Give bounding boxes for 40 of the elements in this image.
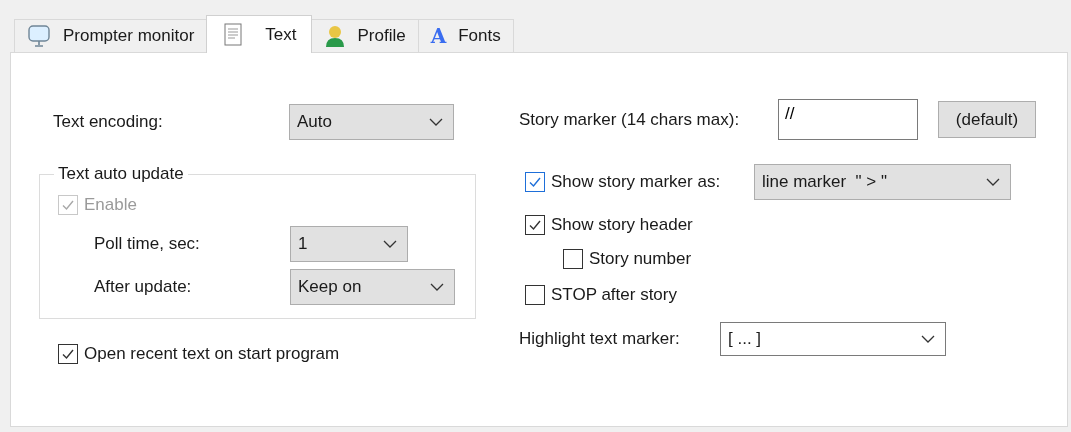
field-label: Poll time, sec: — [94, 234, 201, 254]
dropdown[interactable]: 1 — [290, 226, 408, 262]
chevron-icon — [430, 283, 444, 291]
chevron-icon — [383, 240, 397, 248]
default-button[interactable]: (default) — [938, 101, 1036, 138]
checkbox[interactable] — [58, 344, 78, 364]
text-input[interactable]: // — [778, 99, 918, 140]
chevron-icon — [921, 335, 935, 343]
checkbox[interactable] — [525, 285, 545, 305]
dropdown[interactable]: [ ... ] — [720, 322, 946, 356]
person-icon — [323, 24, 346, 48]
letter-icon: A — [430, 24, 447, 48]
field-label: Highlight text marker: — [519, 329, 681, 349]
checkmark-icon — [528, 175, 542, 189]
checkbox-label: Show story header — [551, 215, 693, 235]
field-label: Text encoding: — [53, 112, 164, 132]
checkbox-label: Open recent text on start program — [84, 344, 340, 364]
dropdown[interactable]: line marker " > " — [754, 164, 1011, 200]
field-label: Story marker (14 chars max): — [519, 109, 741, 130]
checkbox-label: Show story marker as: — [551, 172, 721, 192]
tab[interactable]: A Fonts — [417, 19, 514, 52]
checkbox-label: Enable — [84, 195, 137, 215]
checkmark-icon — [528, 218, 542, 232]
chevron-icon — [986, 178, 1000, 186]
checkbox-label: STOP after story — [551, 285, 677, 305]
dropdown[interactable]: Auto — [289, 104, 454, 140]
checkbox[interactable] — [525, 215, 545, 235]
tab[interactable]: Text — [206, 15, 312, 53]
checkbox[interactable] — [563, 249, 583, 269]
field-label: After update: — [94, 277, 193, 297]
checkmark-icon — [61, 347, 75, 361]
monitor-icon — [27, 24, 51, 48]
checkbox[interactable] — [525, 172, 545, 192]
checkmark-icon — [61, 198, 75, 212]
document-icon — [223, 22, 244, 47]
checkbox-label: Story number — [589, 249, 692, 269]
chevron-icon — [429, 118, 443, 126]
dropdown[interactable]: Keep on — [290, 269, 455, 305]
group-title: Text auto update — [57, 164, 185, 184]
tab[interactable]: Prompter monitor — [14, 19, 208, 52]
